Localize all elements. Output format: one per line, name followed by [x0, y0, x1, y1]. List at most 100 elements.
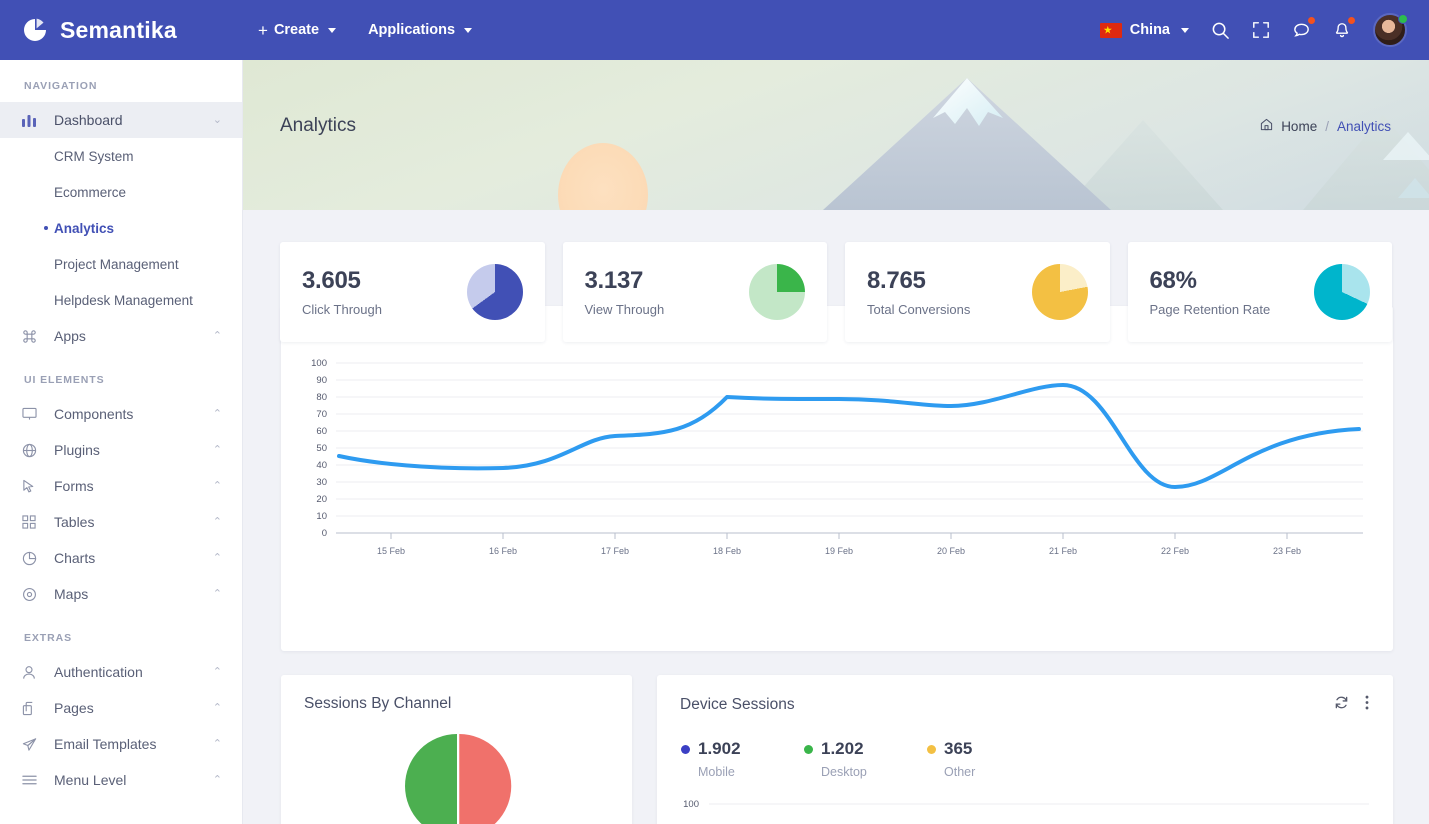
sidebar-item-apps[interactable]: Apps ⌃: [0, 318, 242, 354]
china-flag-icon: [1099, 22, 1122, 38]
language-selector[interactable]: China: [1099, 22, 1189, 38]
sidebar-item-dashboard[interactable]: Dashboard ⌄: [0, 102, 242, 138]
stat-label: Page Retention Rate: [1149, 302, 1271, 317]
website-audience-metrics-panel: Website Audience Metrics: [281, 306, 1393, 651]
sidebar-item-label: Menu Level: [54, 772, 127, 788]
sidebar-item-forms[interactable]: Forms ⌃: [0, 468, 242, 504]
active-bullet-icon: [44, 226, 48, 230]
sidebar-item-label: Helpdesk Management: [54, 292, 193, 308]
legend-dot-desktop: [804, 744, 813, 754]
bell-icon[interactable]: [1333, 16, 1355, 40]
chevron-up-icon: ⌃: [212, 587, 222, 600]
stat-pie-icon: [466, 264, 523, 320]
cursor-icon: [22, 479, 44, 494]
svg-text:70: 70: [316, 409, 327, 420]
svg-text:80: 80: [316, 392, 327, 403]
sidebar-item-crm-system[interactable]: CRM System: [0, 138, 242, 174]
sidebar-item-label: Tables: [54, 514, 95, 530]
chevron-up-icon: ⌃: [212, 329, 222, 342]
search-icon[interactable]: [1211, 21, 1230, 40]
stat-pie-icon: [749, 264, 805, 320]
create-label: Create: [273, 22, 320, 38]
svg-text:21 Feb: 21 Feb: [1049, 546, 1077, 556]
brand[interactable]: Semantika: [0, 17, 243, 44]
home-icon: [1260, 118, 1273, 134]
breadcrumb-current: Analytics: [1336, 118, 1391, 134]
sidebar-item-label: Ecommerce: [54, 184, 127, 200]
svg-text:17 Feb: 17 Feb: [601, 546, 629, 556]
sidebar[interactable]: NAVIGATION Dashboard ⌄ CRM System Ecomme…: [0, 60, 243, 824]
audience-line-chart: 100 90 80 70 60 50 40 30 20 10 0 15 Feb …: [281, 352, 1393, 602]
breadcrumb: Home / Analytics: [1260, 118, 1391, 134]
device-chart-svg: 100: [683, 799, 1369, 810]
stat-card-total-conversions[interactable]: 8.765 Total Conversions: [845, 242, 1110, 342]
sidebar-item-helpdesk-management[interactable]: Helpdesk Management: [0, 282, 242, 318]
sidebar-item-menu-level[interactable]: Menu Level ⌃: [0, 762, 242, 798]
chevron-up-icon: ⌃: [212, 737, 222, 750]
svg-text:16 Feb: 16 Feb: [489, 546, 517, 556]
avatar[interactable]: [1373, 13, 1408, 47]
sidebar-item-analytics[interactable]: Analytics: [0, 210, 242, 246]
svg-text:23 Feb: 23 Feb: [1273, 546, 1301, 556]
stat-card-page-retention-rate[interactable]: 68% Page Retention Rate: [1127, 242, 1392, 342]
more-vertical-icon[interactable]: [1365, 695, 1369, 715]
chevron-up-icon: ⌃: [212, 479, 222, 492]
sidebar-item-email-templates[interactable]: Email Templates ⌃: [0, 726, 242, 762]
sidebar-item-label: Maps: [54, 586, 89, 602]
sidebar-item-label: Analytics: [54, 220, 115, 236]
chevron-up-icon: ⌃: [212, 773, 222, 786]
svg-text:30: 30: [316, 477, 327, 488]
svg-text:18 Feb: 18 Feb: [713, 546, 741, 556]
legend-dot-mobile: [681, 744, 690, 754]
svg-text:20 Feb: 20 Feb: [937, 546, 965, 556]
sidebar-item-tables[interactable]: Tables ⌃: [0, 504, 242, 540]
stat-value: 68%: [1149, 267, 1197, 294]
sidebar-item-plugins[interactable]: Plugins ⌃: [0, 432, 242, 468]
sidebar-item-ecommerce[interactable]: Ecommerce: [0, 174, 242, 210]
chevron-up-icon: ⌃: [212, 515, 222, 528]
chat-icon[interactable]: [1292, 16, 1315, 40]
chevron-down-icon: ⌄: [212, 113, 222, 126]
panel-title: Sessions By Channel: [304, 695, 452, 712]
sidebar-item-label: Plugins: [54, 442, 100, 458]
svg-text:90: 90: [316, 375, 327, 386]
legend-label: Desktop: [821, 765, 867, 779]
sidebar-item-authentication[interactable]: Authentication ⌃: [0, 654, 242, 690]
svg-text:0: 0: [322, 528, 327, 539]
svg-text:22 Feb: 22 Feb: [1161, 546, 1189, 556]
user-icon: [22, 665, 44, 680]
stat-card-click-through[interactable]: 3.605 Click Through: [280, 242, 545, 342]
chevron-down-icon: [464, 27, 473, 33]
legend-value: 365: [944, 739, 973, 758]
sidebar-item-label: Authentication: [54, 664, 143, 680]
fullscreen-icon[interactable]: [1252, 21, 1270, 39]
breadcrumb-home[interactable]: Home: [1281, 119, 1317, 134]
plus-icon: +: [258, 20, 268, 40]
paper-plane-icon: [22, 737, 44, 752]
sidebar-item-maps[interactable]: Maps ⌃: [0, 576, 242, 612]
svg-text:15 Feb: 15 Feb: [377, 546, 405, 556]
svg-text:100: 100: [311, 358, 327, 369]
legend-label: Other: [944, 765, 976, 779]
hamburger-icon: [22, 774, 44, 786]
sidebar-item-label: Forms: [54, 478, 94, 494]
sidebar-item-label: Pages: [54, 700, 94, 716]
sidebar-item-pages[interactable]: Pages ⌃: [0, 690, 242, 726]
create-menu[interactable]: + Create: [258, 20, 337, 40]
sidebar-item-components[interactable]: Components ⌃: [0, 396, 242, 432]
stat-label: Click Through: [302, 302, 382, 317]
legend-value: 1.902: [698, 739, 741, 758]
legend-item-desktop[interactable]: 1.202 Desktop: [804, 739, 927, 779]
sidebar-item-project-management[interactable]: Project Management: [0, 246, 242, 282]
applications-menu[interactable]: Applications: [368, 22, 473, 38]
stat-card-view-through[interactable]: 3.137 View Through: [562, 242, 827, 342]
stat-label: Total Conversions: [867, 302, 971, 317]
sidebar-item-label: Charts: [54, 550, 96, 566]
language-label: China: [1129, 22, 1170, 38]
legend-item-mobile[interactable]: 1.902 Mobile: [681, 739, 804, 779]
sidebar-item-charts[interactable]: Charts ⌃: [0, 540, 242, 576]
line-chart-svg: 100 90 80 70 60 50 40 30 20 10 0 15 Feb …: [311, 358, 1363, 556]
legend-item-other[interactable]: 365 Other: [927, 739, 1050, 779]
refresh-icon[interactable]: [1334, 695, 1349, 715]
svg-text:100: 100: [683, 799, 699, 810]
